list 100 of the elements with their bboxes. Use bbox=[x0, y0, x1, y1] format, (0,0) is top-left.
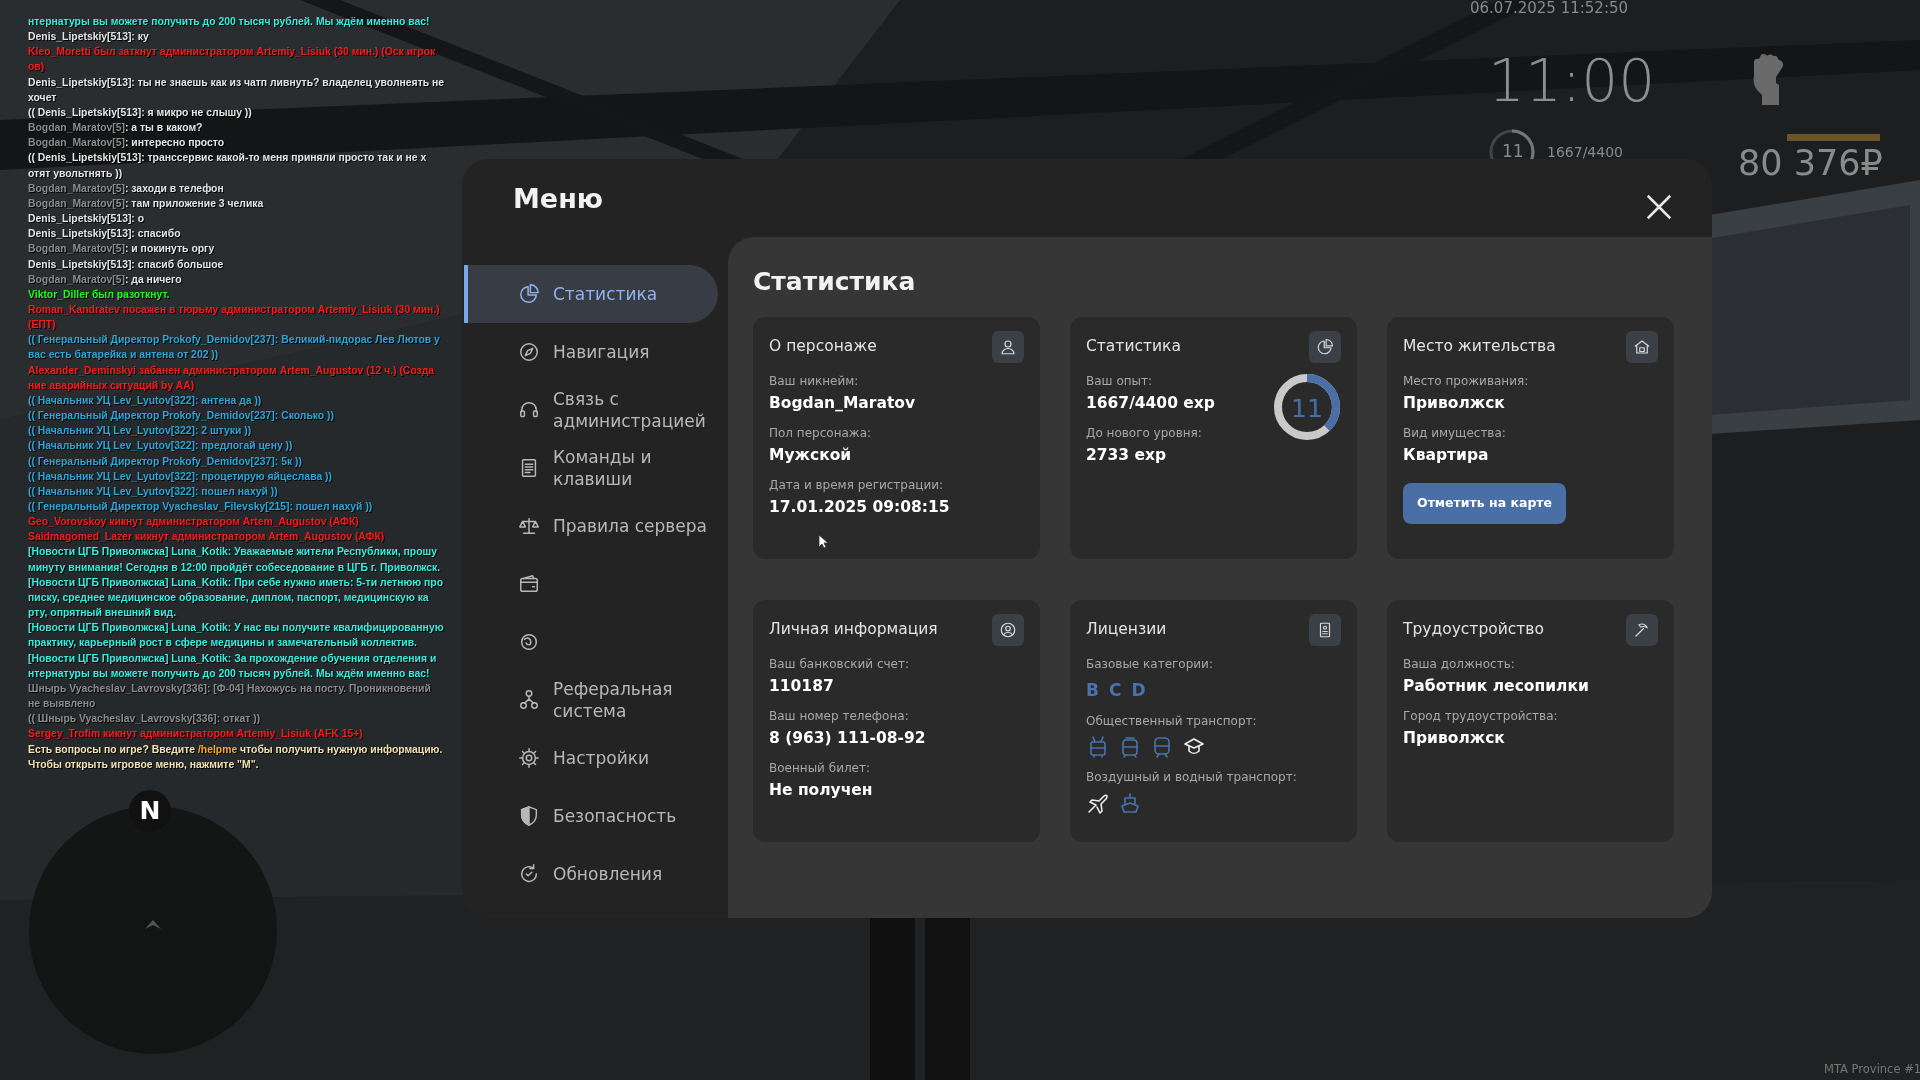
chat-message: ние аварийных ситуаций by AA) bbox=[28, 378, 195, 393]
chat-message: Denis_Lipetskiy[513]: о bbox=[28, 212, 145, 227]
server-label: MTA Province #1 bbox=[1824, 1064, 1920, 1076]
menu-item[interactable]: Безопасность bbox=[464, 787, 718, 845]
menu-item[interactable]: Статистика bbox=[464, 265, 718, 323]
field-value: 1667/4400 exp bbox=[1086, 392, 1215, 414]
chat-message: Denis_Lipetskiy[513]: спасибо bbox=[28, 227, 181, 242]
field-label: Ваш номер телефона: bbox=[769, 707, 909, 725]
field-value: Мужской bbox=[769, 444, 852, 466]
user-icon bbox=[999, 620, 1017, 639]
chat-message: (( Начальник УЦ Lev_Lyutov[322]: пошел нахуй )) bbox=[28, 484, 278, 499]
card-title: Трудоустройство bbox=[1403, 618, 1544, 640]
chat-message: Шнырь Vyacheslav_Lavrovsky[336]: [Ф-04] Нахожусь на посту. Проникновений bbox=[28, 681, 431, 696]
field-value: Bogdan_Maratov bbox=[769, 392, 916, 414]
card-title: О персонаже bbox=[769, 335, 877, 357]
compass-icon bbox=[518, 341, 540, 363]
chat-message: отят увольтнять )) bbox=[28, 166, 123, 181]
money: 80 376₽ bbox=[1738, 146, 1883, 181]
menu-item[interactable]: Реферальная система bbox=[464, 671, 718, 729]
chat-message: вас есть батарейка и антена от 202 )) bbox=[28, 348, 219, 363]
pie-chart-icon bbox=[518, 283, 540, 305]
field-label: Место проживания: bbox=[1403, 372, 1529, 390]
field-value: Приволжск bbox=[1403, 727, 1505, 749]
chat-message: хочет bbox=[28, 90, 57, 105]
field-label: До нового уровня: bbox=[1086, 424, 1202, 442]
field-value: Работник лесопилки bbox=[1403, 675, 1589, 697]
cursor-icon bbox=[818, 534, 828, 549]
field-value: 2733 exp bbox=[1086, 444, 1167, 466]
shield-icon bbox=[518, 805, 540, 827]
chat-message: минуту внимания! Сегодня в 12:00 пройдёт собеседование в ЦГБ г. Приволжск. bbox=[28, 560, 441, 575]
chat-message: [Новости ЦГБ Приволжска] Luna_Kotik: У нас вы получите квалифицированную bbox=[28, 621, 444, 636]
wallet-icon bbox=[518, 573, 540, 595]
menu-item[interactable]: Настройки bbox=[464, 729, 718, 787]
chat-message: Alexander_Deminskyi забанен администратором Artem_Augustov (12 ч.) (Созда bbox=[28, 363, 435, 378]
menu-item[interactable]: Правила сервера bbox=[464, 497, 718, 555]
chat-message: (( Denis_Lipetskiy[513]: транссервис какой-то меня приняли просто так и не х bbox=[28, 151, 427, 166]
refresh-icon bbox=[518, 863, 540, 885]
page-title: Статистика bbox=[753, 266, 917, 298]
pickaxe-icon bbox=[1633, 620, 1651, 639]
chat-message: Roman_Kandratev посажен в тюрьму администратором Artemiy_Lisiuk (30 мин.) bbox=[28, 302, 440, 317]
chat-message: Denis_Lipetskiy[513]: ку bbox=[28, 30, 149, 45]
field-value: 110187 bbox=[769, 675, 834, 697]
chat-message: Kleo_Moretti был заткнут администратором Artemiy_Lisiuk (30 мин.) (Оск игрок bbox=[28, 45, 436, 60]
chat-message: (( Начальник УЦ Lev_Lyutov[322]: предлогай цену )) bbox=[28, 439, 293, 454]
field-value: 17.01.2025 09:08:15 bbox=[769, 497, 950, 518]
field-value: Приволжск bbox=[1403, 392, 1505, 414]
card-title: Личная информация bbox=[769, 618, 938, 640]
chat-message: Saidmagomed_Lazer кикнут администратором Artem_Augustov (АФК) bbox=[28, 530, 385, 545]
scales-icon bbox=[518, 515, 540, 537]
chat-message: рту, опрятный внешний вид. bbox=[28, 606, 177, 621]
field-label: Ваш банковский счет: bbox=[769, 655, 909, 673]
field-label: Воздушный и водный транспорт: bbox=[1086, 769, 1297, 786]
chat-message: Bogdan_Maratov[5]: и покинуть оргу bbox=[28, 242, 215, 257]
settings-icon bbox=[518, 747, 540, 769]
date-time: 06.07.2025 11:52:50 bbox=[1470, 1, 1629, 16]
exp-counter: 1667/4400 bbox=[1547, 145, 1623, 159]
menu-item[interactable]: Навигация bbox=[464, 323, 718, 381]
chat-message: Viktor_Diller был разоткнут. bbox=[28, 287, 170, 302]
chat-message: Чтобы открыть игровое меню, нажмите "M". bbox=[28, 757, 259, 772]
chat-message: нтернатуры вы можете получить до 200 тысяч рублей. Мы ждём именно вас! bbox=[28, 15, 430, 29]
chat-message: (ЕПТ) bbox=[28, 318, 56, 333]
chat-message: (( Начальник УЦ Lev_Lyutov[322]: антена да )) bbox=[28, 393, 262, 408]
chat-message: (( Начальник УЦ Lev_Lyutov[322]: 2 штуки )) bbox=[28, 424, 252, 439]
chat-message: Geo_Vorovskoy кикнут администратором Artem_Augustov (АФК) bbox=[28, 515, 359, 530]
chat-message: (( Шнырь Vyacheslav_Lavrovsky[336]: откат )) bbox=[28, 712, 261, 727]
field-label: Вид имущества: bbox=[1403, 424, 1506, 442]
card-title: Место жительства bbox=[1403, 335, 1556, 357]
chat-message: (( Генеральный Директор Prokofy_Demidov[237]: 5к )) bbox=[28, 454, 302, 469]
chat-message: Bogdan_Maratov[5]: да ничего bbox=[28, 272, 182, 287]
chat-message: (( Генеральный Директор Prokofy_Demidov[237]: Великий-пидорас Лев Лютов у bbox=[28, 333, 440, 348]
clock: 11:00 bbox=[1488, 52, 1656, 110]
license-category: D bbox=[1131, 678, 1146, 702]
person-icon bbox=[999, 337, 1017, 356]
chat-message: Denis_Lipetskiy[513]: спасиб большое bbox=[28, 257, 224, 272]
menu-item[interactable]: Обновления bbox=[464, 845, 718, 903]
chat-message: не выявлено bbox=[28, 697, 96, 712]
menu-item[interactable]: Связь с администрацией bbox=[464, 381, 718, 439]
close-button[interactable] bbox=[1644, 192, 1674, 222]
map-button[interactable]: Отметить на карте bbox=[1403, 483, 1567, 524]
level-number: 11 bbox=[1290, 392, 1324, 425]
chat-message: (( Denis_Lipetskiy[513]: я микро не слышу )) bbox=[28, 105, 252, 120]
field-label: Город трудоустройства: bbox=[1403, 707, 1558, 725]
field-label: Дата и время регистрации: bbox=[769, 477, 944, 494]
field-label: Ваша должность: bbox=[1403, 655, 1515, 673]
chat-message: Bogdan_Maratov[5]: а ты в каком? bbox=[28, 121, 203, 136]
menu-title: Меню bbox=[512, 182, 605, 216]
card-title: Лицензии bbox=[1086, 618, 1167, 640]
chat-message: (( Генеральный Директор Prokofy_Demidov[237]: Сколько )) bbox=[28, 409, 334, 424]
chat-message: (( Начальник УЦ Lev_Lyutov[322]: процетирую яйцеслава )) bbox=[28, 469, 332, 484]
chat-message: [Новости ЦГБ Приволжска] Luna_Kotik: Уважаемые жители Республики, прошу bbox=[28, 545, 437, 560]
chat-message: ов) bbox=[28, 60, 45, 75]
menu-item[interactable]: Команды и клавиши bbox=[464, 439, 718, 497]
field-value: Квартира bbox=[1403, 444, 1489, 466]
chat-message: Denis_Lipetskiy[513]: ты не знаешь как из чатп ливнуть? владелец уволнеять не bbox=[28, 75, 445, 90]
chat-message: Sergey_Trofim кикнут администратором Artemiy_Lisiuk (AFK 15+) bbox=[28, 727, 363, 742]
chat-message: практику, карьерный рост в сфере медицины и замечательный коллектив. bbox=[28, 636, 417, 651]
level-number: 11 bbox=[1502, 143, 1524, 160]
field-value: Не получен bbox=[769, 780, 873, 801]
pie-chart-icon bbox=[1316, 337, 1334, 356]
field-label: Ваш никнейм: bbox=[769, 372, 859, 390]
